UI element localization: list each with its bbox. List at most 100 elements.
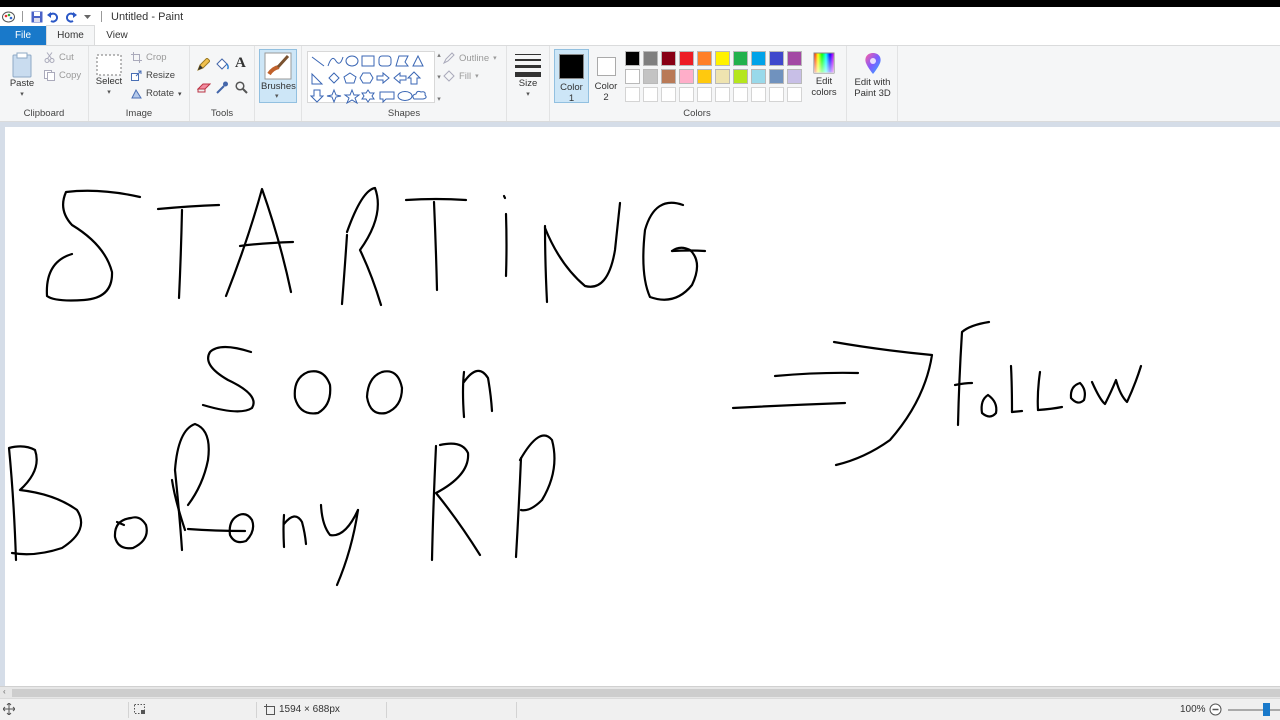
magnifier-icon[interactable] bbox=[235, 81, 248, 97]
size-button[interactable]: Size ▾ bbox=[513, 52, 543, 100]
custom-color-slot[interactable] bbox=[715, 87, 730, 102]
color-swatch[interactable] bbox=[733, 69, 748, 84]
pencil-icon[interactable] bbox=[197, 57, 211, 74]
gallery-more-icon[interactable]: ▾ bbox=[437, 95, 441, 103]
color-swatch[interactable] bbox=[787, 69, 802, 84]
select-button[interactable]: Select ▾ bbox=[95, 54, 123, 98]
custom-color-slot[interactable] bbox=[697, 87, 712, 102]
fill-bucket-icon[interactable] bbox=[215, 58, 229, 74]
color-swatch[interactable] bbox=[643, 69, 658, 84]
custom-color-slot[interactable] bbox=[769, 87, 784, 102]
down-arrow-shape-icon bbox=[309, 89, 325, 103]
diamond-shape-icon bbox=[328, 72, 340, 84]
copy-button[interactable]: Copy bbox=[44, 70, 81, 81]
shapes-group-label: Shapes bbox=[387, 108, 421, 119]
color-swatch[interactable] bbox=[751, 69, 766, 84]
custom-color-slot[interactable] bbox=[679, 87, 694, 102]
tab-file[interactable]: File bbox=[0, 26, 46, 45]
fill-label: Fill bbox=[459, 70, 472, 82]
paint3d-icon bbox=[864, 53, 881, 74]
brushes-button[interactable]: Brushes ▾ bbox=[259, 49, 297, 103]
undo-icon[interactable] bbox=[47, 10, 60, 23]
eraser-icon[interactable] bbox=[196, 82, 212, 96]
color-swatch[interactable] bbox=[715, 69, 730, 84]
resize-button[interactable]: Resize bbox=[131, 70, 175, 81]
line-shape-icon bbox=[311, 56, 325, 67]
right-triangle-shape-icon bbox=[311, 72, 324, 85]
edit-colors-button[interactable]: Edit colors bbox=[808, 52, 840, 98]
color-swatch[interactable] bbox=[769, 69, 784, 84]
color-swatch[interactable] bbox=[769, 51, 784, 66]
color-swatch[interactable] bbox=[661, 69, 676, 84]
zoom-slider-thumb[interactable] bbox=[1263, 703, 1270, 716]
gallery-down-icon[interactable]: ▾ bbox=[437, 73, 441, 81]
cut-button[interactable]: Cut bbox=[44, 52, 74, 63]
paste-button[interactable]: Paste ▾ bbox=[8, 52, 36, 100]
custom-color-slot[interactable] bbox=[625, 87, 640, 102]
fill-icon bbox=[443, 70, 455, 82]
resize-label: Resize bbox=[146, 70, 176, 81]
custom-color-slot[interactable] bbox=[661, 87, 676, 102]
ribbon-tabs: File Home View bbox=[0, 25, 1280, 45]
color-swatch[interactable] bbox=[643, 51, 658, 66]
color1-swatch bbox=[559, 54, 584, 79]
rotate-label: Rotate bbox=[146, 88, 174, 99]
cursor-position-icon bbox=[2, 702, 16, 718]
color-swatch[interactable] bbox=[733, 51, 748, 66]
color-swatch[interactable] bbox=[661, 51, 676, 66]
custom-color-slot[interactable] bbox=[733, 87, 748, 102]
redo-icon[interactable] bbox=[64, 10, 77, 23]
shapes-gallery-scroll[interactable]: ▴ ▾ ▾ bbox=[435, 51, 443, 103]
rotate-button[interactable]: Rotate ▾ bbox=[131, 88, 182, 99]
line-width-icon bbox=[515, 54, 541, 77]
color1-button[interactable]: Color 1 bbox=[554, 49, 589, 104]
clipboard-group-label: Clipboard bbox=[23, 108, 65, 119]
color2-button[interactable]: Color 2 bbox=[591, 49, 621, 103]
save-icon[interactable] bbox=[30, 10, 43, 23]
color-swatch[interactable] bbox=[787, 51, 802, 66]
horizontal-scrollbar[interactable]: ‹ bbox=[0, 686, 1280, 698]
cloud-callout-shape-icon bbox=[412, 90, 427, 100]
color-swatch[interactable] bbox=[751, 51, 766, 66]
color-swatch[interactable] bbox=[679, 69, 694, 84]
oval-shape-icon bbox=[345, 55, 359, 67]
scroll-left-icon[interactable]: ‹ bbox=[3, 687, 6, 696]
custom-color-slot[interactable] bbox=[751, 87, 766, 102]
right-arrow-shape-icon bbox=[376, 71, 390, 85]
brushes-label: Brushes bbox=[261, 81, 296, 92]
color-picker-icon[interactable] bbox=[216, 81, 228, 97]
color-swatch[interactable] bbox=[625, 51, 640, 66]
paint-app-icon[interactable] bbox=[2, 10, 15, 23]
tab-view[interactable]: View bbox=[95, 26, 139, 45]
color-swatch[interactable] bbox=[697, 69, 712, 84]
zoom-slider-track[interactable] bbox=[1228, 709, 1280, 711]
tab-home[interactable]: Home bbox=[46, 25, 95, 45]
drawing-canvas[interactable] bbox=[5, 127, 1280, 686]
paste-icon bbox=[12, 52, 32, 78]
custom-color-slot[interactable] bbox=[643, 87, 658, 102]
custom-color-slot[interactable] bbox=[787, 87, 802, 102]
outline-button[interactable]: Outline ▾ bbox=[443, 52, 497, 64]
color-swatch[interactable] bbox=[625, 69, 640, 84]
color-swatch[interactable] bbox=[679, 51, 694, 66]
brushes-dropdown-arrow: ▾ bbox=[275, 93, 279, 100]
edit-with-paint3d-button[interactable]: Edit with Paint 3D bbox=[849, 52, 896, 99]
color-swatch[interactable] bbox=[715, 51, 730, 66]
select-rectangle-icon bbox=[96, 54, 122, 76]
zoom-out-icon[interactable] bbox=[1209, 703, 1222, 719]
color-swatch[interactable] bbox=[697, 51, 712, 66]
separator bbox=[22, 11, 23, 22]
colors-group-label: Colors bbox=[683, 108, 711, 119]
scrollbar-thumb[interactable] bbox=[12, 689, 1280, 697]
gallery-up-icon[interactable]: ▴ bbox=[437, 51, 441, 59]
rounded-rectangle-shape-icon bbox=[378, 55, 392, 67]
crop-button[interactable]: Crop bbox=[131, 52, 167, 63]
text-tool-icon[interactable]: A bbox=[235, 55, 246, 72]
tools-group-label: Tools bbox=[210, 108, 234, 119]
fill-button[interactable]: Fill ▾ bbox=[443, 70, 479, 82]
customize-quick-access-icon[interactable] bbox=[81, 10, 94, 23]
crop-label: Crop bbox=[146, 52, 167, 63]
status-separator bbox=[128, 702, 129, 718]
color1-label: Color bbox=[560, 82, 583, 93]
select-label: Select bbox=[95, 76, 123, 87]
